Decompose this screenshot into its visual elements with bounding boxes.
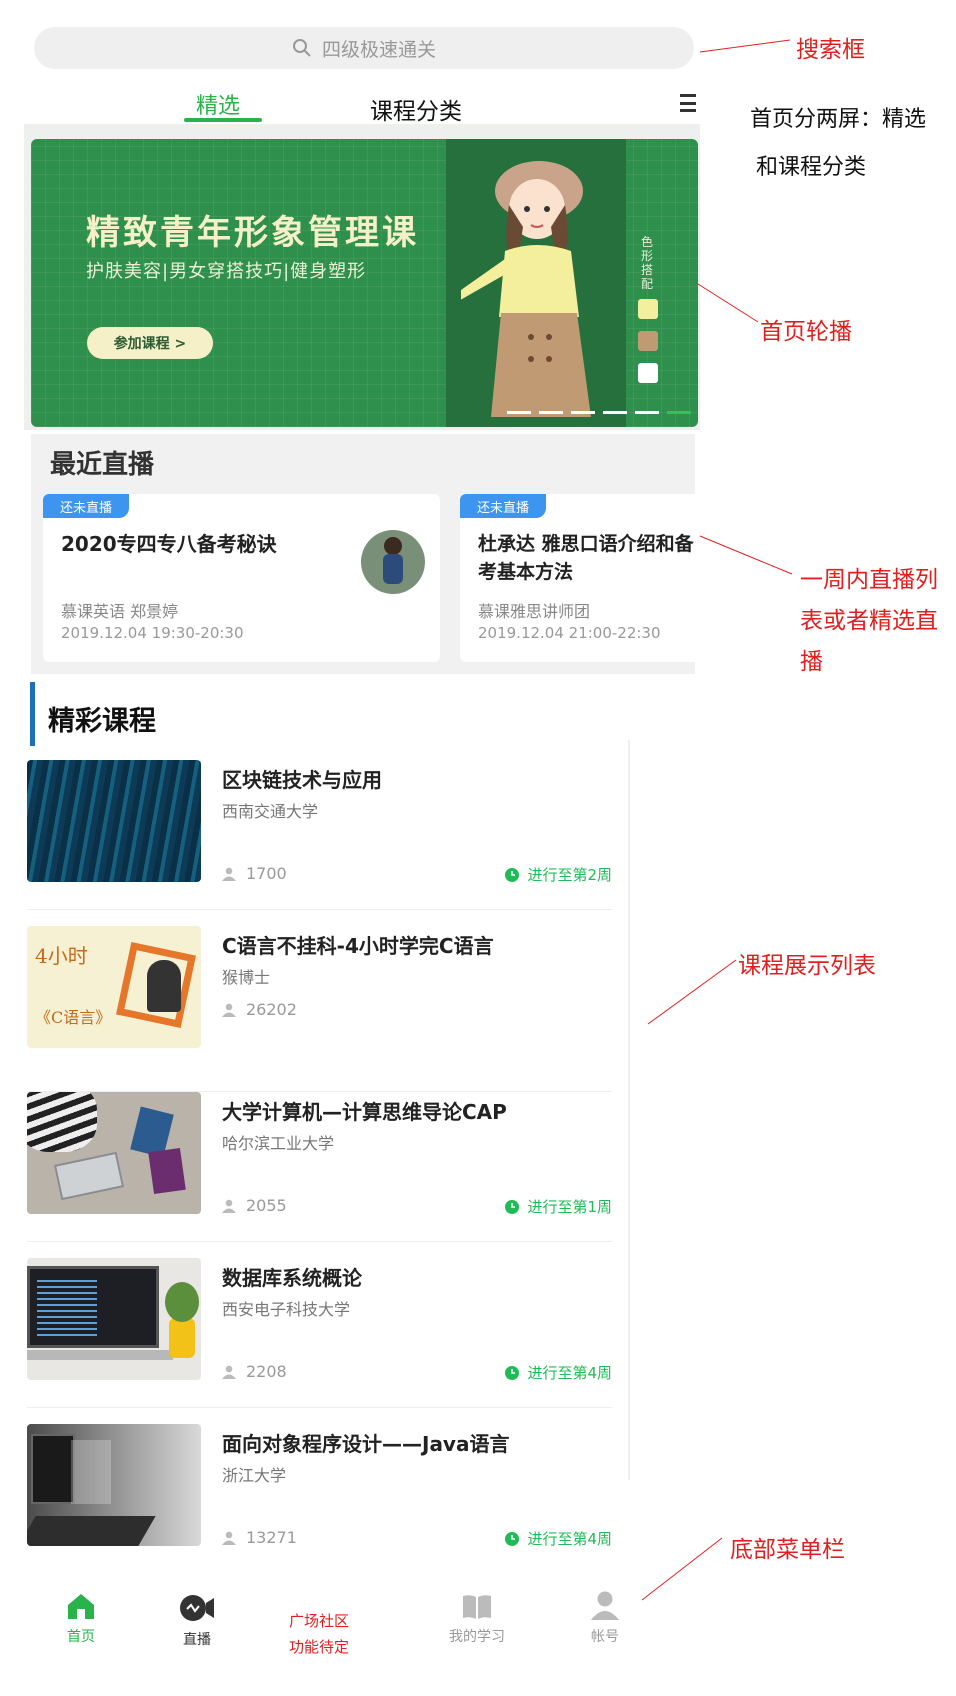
annotation-tabs-line1: 首页分两屏：精选	[750, 107, 927, 132]
annotation-nav: 底部菜单栏	[730, 1537, 845, 1563]
annotation-tabs-line2: 和课程分类	[756, 155, 867, 180]
annotation-live: 一周内直播列 表或者精选直 播	[800, 567, 938, 675]
annotation-search: 搜索框	[796, 37, 865, 63]
annotation-banner: 首页轮播	[760, 319, 852, 345]
annotation-leader-lines	[641, 39, 793, 1601]
annotation-courses: 课程展示列表	[738, 953, 876, 979]
